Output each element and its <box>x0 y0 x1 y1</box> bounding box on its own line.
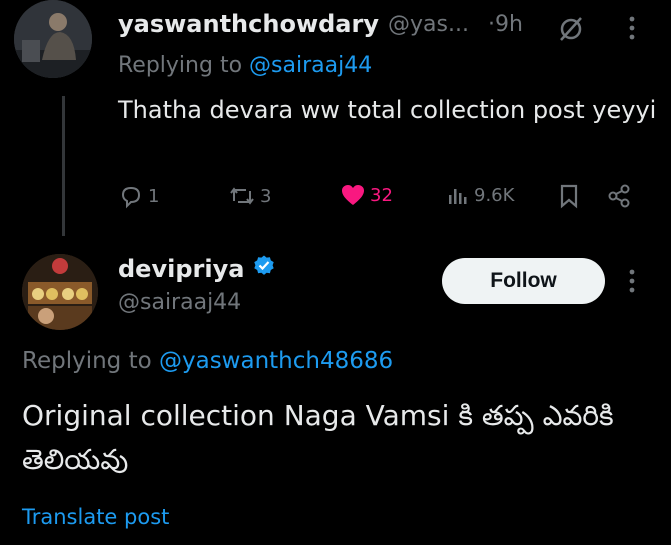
reply-count: 1 <box>148 185 160 207</box>
bookmark-icon <box>558 183 580 209</box>
replying-to-label: Replying to <box>22 348 159 374</box>
replying-to-link[interactable]: @yaswanthch48686 <box>159 348 393 374</box>
reply-button[interactable]: 1 <box>118 183 159 209</box>
views-button[interactable]: 9.6K <box>446 183 514 207</box>
reply-icon <box>118 183 144 209</box>
heart-icon <box>340 183 366 207</box>
follow-button[interactable]: Follow <box>442 258 605 304</box>
replying-to-link[interactable]: @sairaaj44 <box>249 53 372 78</box>
replying-to: Replying to @yaswanthch48686 <box>22 348 393 374</box>
display-name[interactable]: yaswanthchowdary <box>118 10 379 38</box>
more-icon[interactable] <box>626 14 638 46</box>
tweet-text: Thatha devara ww total collection post y… <box>118 96 657 124</box>
timestamp[interactable]: ·9h <box>488 12 523 37</box>
repost-button[interactable]: 3 <box>228 183 271 209</box>
views-icon <box>446 183 470 207</box>
avatar[interactable] <box>14 0 92 78</box>
repost-icon <box>228 183 256 209</box>
tweet-text: Original collection Naga Vamsi కి తప్ప ఎ… <box>22 399 614 476</box>
user-handle[interactable]: @sairaaj44 <box>118 290 241 315</box>
share-button[interactable] <box>606 183 632 209</box>
display-name: devipriya <box>118 254 276 284</box>
like-button[interactable]: 32 <box>340 183 393 207</box>
user-handle[interactable]: @yas... <box>388 12 469 37</box>
display-name-text[interactable]: devipriya <box>118 255 244 283</box>
translate-post-link[interactable]: Translate post <box>22 505 169 529</box>
views-count: 9.6K <box>474 184 515 206</box>
like-count: 32 <box>370 184 393 206</box>
verified-icon <box>252 254 276 284</box>
muted-icon <box>556 14 586 48</box>
replying-to-label: Replying to <box>118 53 250 78</box>
replying-to: Replying to @sairaaj44 <box>118 53 372 78</box>
thread-line <box>62 96 65 236</box>
more-icon[interactable] <box>626 267 638 299</box>
share-icon <box>606 183 632 209</box>
avatar[interactable] <box>22 254 98 330</box>
bookmark-button[interactable] <box>558 183 580 209</box>
repost-count: 3 <box>260 185 272 207</box>
